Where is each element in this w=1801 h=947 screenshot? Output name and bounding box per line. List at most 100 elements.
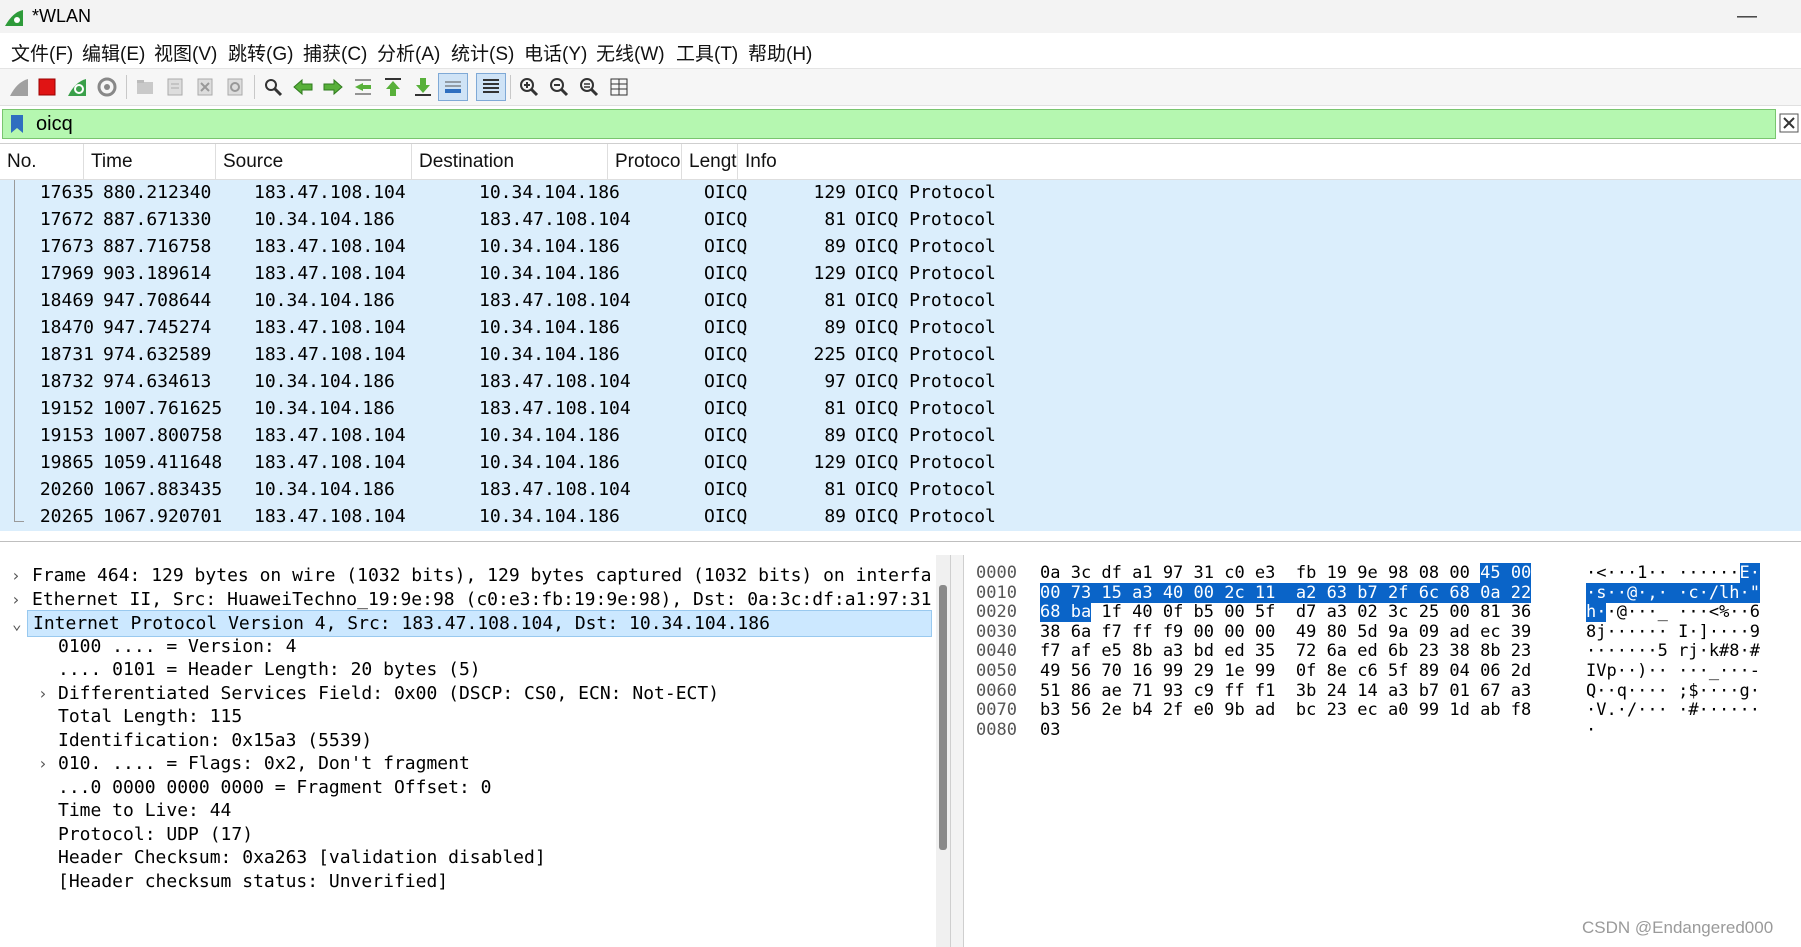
zoom-in-button[interactable] [514,73,544,101]
find-packet-button[interactable] [258,73,288,101]
hex-bytes[interactable]: 03 [1040,720,1060,740]
restart-capture-icon [68,79,86,96]
packet-destination: 183.47.108.104 [479,371,631,392]
hex-bytes[interactable]: 68 ba 1f 40 0f b5 00 5f d7 a3 02 3c 25 0… [1040,602,1531,623]
packet-protocol: OICQ [704,263,748,284]
expand-arrow-icon[interactable]: › [11,590,21,609]
packet-list-header: No. Time Source Destination Protocol Len… [0,144,1801,180]
column-header-length[interactable]: Lengtl [682,144,738,179]
ascii-bytes[interactable]: Q··q···· ;$····g· [1586,681,1760,701]
save-file-button[interactable] [160,73,190,101]
hex-bytes[interactable]: 38 6a f7 ff f9 00 00 00 49 80 5d 9a 09 a… [1040,622,1531,642]
menu-go[interactable]: 跳转(G) [228,39,293,66]
menu-telephony[interactable]: 电话(Y) [524,39,587,66]
packet-time: 1067.883435 [103,479,223,500]
ascii-bytes[interactable]: ·s··@·,· ·c·/lh·" [1586,582,1760,603]
resize-columns-button[interactable] [604,73,634,101]
hex-bytes[interactable]: 00 73 15 a3 40 00 2c 11 a2 63 b7 2f 6c 6… [1040,582,1532,603]
go-last-button[interactable] [408,73,438,101]
close-icon [1779,113,1799,133]
details-scrollbar-thumb[interactable] [939,585,947,850]
restart-capture-button[interactable] [62,73,92,101]
stop-capture-button[interactable] [32,73,62,101]
packet-row[interactable]: 18469 947.708644 10.34.104.186 183.47.108.1… [0,288,1801,315]
hex-bytes[interactable]: f7 af e5 8b a3 bd ed 35 72 6a ed 6b 23 3… [1040,641,1531,661]
expand-arrow-icon[interactable]: › [11,566,21,585]
column-header-protocol[interactable]: Protocol [608,144,682,179]
open-file-button[interactable] [130,73,160,101]
minimize-button[interactable]: — [1727,2,1767,30]
column-header-no[interactable]: No. [0,144,84,179]
packet-row[interactable]: 18731 974.632589 183.47.108.104 10.34.104.1… [0,342,1801,369]
menu-capture[interactable]: 捕获(C) [303,39,367,66]
ascii-bytes[interactable]: · [1586,720,1596,740]
packet-row[interactable]: 18470 947.745274 183.47.108.104 10.34.104.1… [0,315,1801,342]
packet-destination: 10.34.104.186 [479,182,620,203]
packet-protocol: OICQ [704,209,748,230]
detail-tree-item[interactable]: [Header checksum status: Unverified] [0,869,944,896]
hex-bytes[interactable]: 49 56 70 16 99 29 1e 99 0f 8e c6 5f 89 0… [1040,661,1531,681]
ascii-bytes[interactable]: IVp··)·· ···_···- [1586,661,1760,681]
ascii-bytes[interactable]: 8j······ I·]····9 [1586,622,1760,642]
menu-analyze[interactable]: 分析(A) [377,39,440,66]
packet-row[interactable]: 17672 887.671330 10.34.104.186 183.47.108.1… [0,207,1801,234]
go-to-packet-button[interactable] [348,73,378,101]
packet-time: 1007.800758 [103,425,223,446]
ascii-bytes[interactable]: h··@···_ ···<%··6 [1586,602,1760,623]
packet-time: 1059.411648 [103,452,223,473]
pane-splitter[interactable] [950,555,964,947]
packet-destination: 183.47.108.104 [479,209,631,230]
packet-row[interactable]: 20265 1067.920701 183.47.108.104 10.34.104.… [0,504,1801,531]
packet-row[interactable]: 19865 1059.411648 183.47.108.104 10.34.104.… [0,450,1801,477]
detail-text: Header Checksum: 0xa263 [validation disa… [58,847,546,868]
hex-bytes[interactable]: 51 86 ae 71 93 c9 ff f1 3b 24 14 a3 b7 0… [1040,681,1531,701]
display-filter-input[interactable] [36,111,1736,137]
packet-source: 183.47.108.104 [254,263,406,284]
column-header-info[interactable]: Info [738,144,1801,179]
packet-row[interactable]: 17673 887.716758 183.47.108.104 10.34.104.1… [0,234,1801,261]
auto-scroll-button[interactable] [438,73,468,101]
packet-time: 974.634613 [103,371,212,392]
capture-options-button[interactable] [92,73,122,101]
zoom-normal-button[interactable] [574,73,604,101]
hex-bytes-segment: b3 56 2e b4 2f e0 9b ad bc 23 ec a0 99 1… [1040,700,1532,721]
packet-row[interactable]: 19153 1007.800758 183.47.108.104 10.34.104.… [0,423,1801,450]
close-file-button[interactable] [190,73,220,101]
hex-offset: 0010 [976,582,1017,603]
go-first-button[interactable] [378,73,408,101]
clear-filter-button[interactable] [1778,110,1800,136]
hex-bytes[interactable]: b3 56 2e b4 2f e0 9b ad bc 23 ec a0 99 1… [1040,700,1531,720]
packet-row[interactable]: 19152 1007.761625 10.34.104.186 183.47.108.… [0,396,1801,423]
ascii-bytes[interactable]: ·<···1·· ······E· [1586,563,1761,583]
packet-row[interactable]: 18732 974.634613 10.34.104.186 183.47.108.1… [0,369,1801,396]
menu-wireless[interactable]: 无线(W) [596,39,665,66]
go-back-button[interactable] [288,73,318,101]
packet-row[interactable]: 17635 880.212340 183.47.108.104 10.34.104.1… [0,180,1801,207]
packet-length: 81 [824,398,846,419]
start-capture-button[interactable] [4,73,34,101]
hex-offset: 0080 [976,719,1017,740]
packet-row[interactable]: 20260 1067.883435 10.34.104.186 183.47.108.… [0,477,1801,504]
ascii-bytes[interactable]: ·······5 rj·k#8·# [1586,641,1760,661]
colorize-button[interactable] [476,73,506,101]
expand-arrow-icon[interactable]: › [38,684,48,703]
hex-bytes[interactable]: 0a 3c df a1 97 31 c0 e3 fb 19 9e 98 08 0… [1040,563,1532,583]
bookmark-icon[interactable] [9,114,25,134]
column-header-destination[interactable]: Destination [412,144,608,179]
menu-help[interactable]: 帮助(H) [748,39,812,66]
packet-row[interactable]: 17969 903.189614 183.47.108.104 10.34.104.1… [0,261,1801,288]
column-header-source[interactable]: Source [216,144,412,179]
column-header-time[interactable]: Time [84,144,216,179]
collapse-arrow-icon[interactable]: ⌄ [12,614,22,633]
go-forward-button[interactable] [318,73,348,101]
ascii-bytes[interactable]: ·V.·/··· ·#······ [1586,700,1760,720]
reload-file-button[interactable] [220,73,250,101]
menu-statistics[interactable]: 统计(S) [451,39,514,66]
menu-tools[interactable]: 工具(T) [676,39,738,66]
expand-arrow-icon[interactable]: › [38,754,48,773]
packet-info: OICQ Protocol [855,344,996,365]
menu-file[interactable]: 文件(F) [11,39,73,66]
zoom-out-button[interactable] [544,73,574,101]
menu-edit[interactable]: 编辑(E) [82,39,145,66]
menu-view[interactable]: 视图(V) [154,39,217,66]
